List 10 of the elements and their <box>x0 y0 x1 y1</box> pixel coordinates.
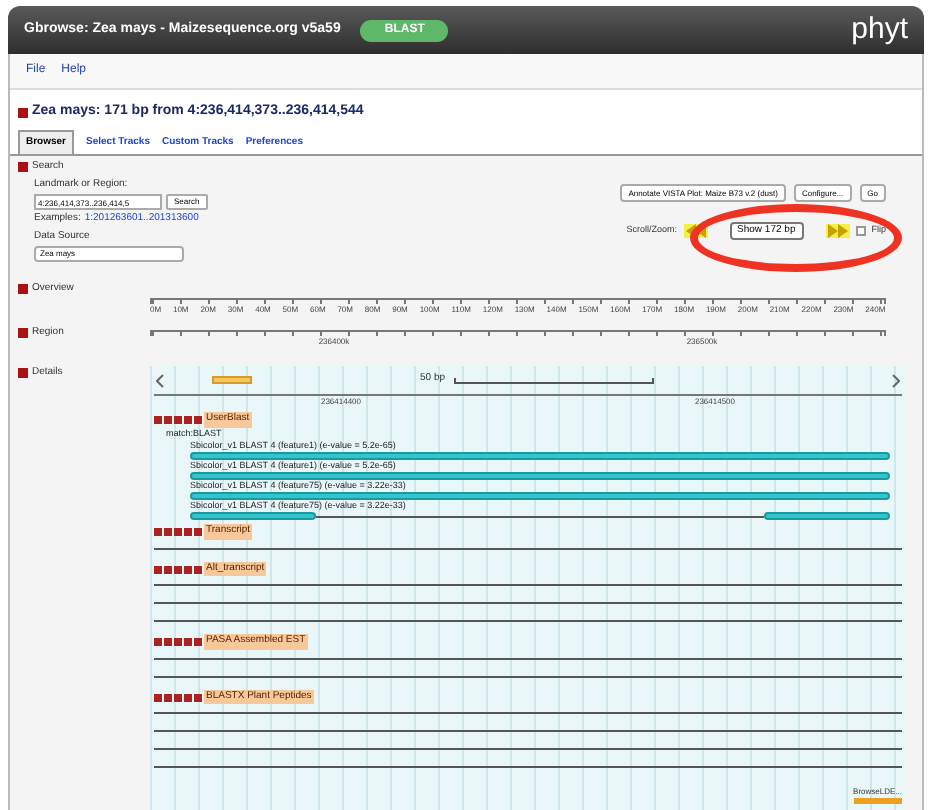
section-marker-icon <box>18 368 28 379</box>
pan-left-icon[interactable] <box>156 373 164 387</box>
logo: phyt <box>851 9 908 50</box>
pan-right-icon[interactable] <box>892 373 900 387</box>
section-marker-icon <box>18 284 28 295</box>
flip-checkbox[interactable] <box>855 226 866 236</box>
feature-marker <box>212 376 252 384</box>
section-marker-icon <box>18 162 28 173</box>
section-marker-icon <box>18 107 28 118</box>
section-marker-icon <box>18 328 28 339</box>
